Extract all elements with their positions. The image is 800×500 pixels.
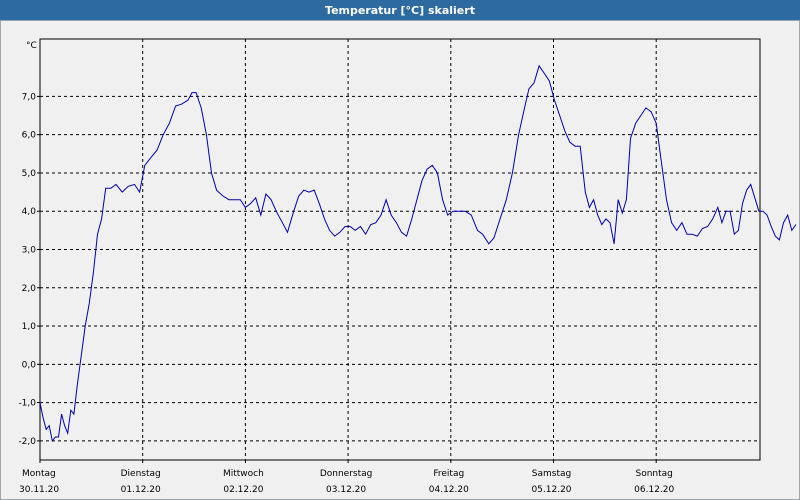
x-tick-date-label: 02.12.20 bbox=[223, 485, 263, 495]
x-tick-day-label: Dienstag bbox=[121, 469, 161, 479]
temperature-line-chart: -2,0 -1,0 0,0 1,0 2,0 3,0 4,0 5,0 6,0 7,0 Montag 3… bbox=[18, 38, 797, 495]
x-tick-day-label: Sonntag bbox=[636, 469, 673, 479]
x-tick-date-label: 01.12.20 bbox=[121, 485, 161, 495]
x-tick-day-label: Donnerstag bbox=[320, 469, 373, 479]
x-tick-date-label: 04.12.20 bbox=[429, 485, 469, 495]
y-tick-label: 2,0 bbox=[22, 284, 37, 294]
y-tick-label: -2,0 bbox=[18, 437, 36, 447]
x-axis-ticks: Montag 30.11.20 Dienstag 01.12.20 Mittwoch 02… bbox=[19, 460, 675, 495]
y-axis-unit-label: °C bbox=[26, 41, 37, 51]
y-tick-label: 5,0 bbox=[22, 169, 37, 179]
x-tick-date-label: 03.12.20 bbox=[326, 485, 366, 495]
grid-lines bbox=[40, 39, 760, 460]
y-tick-label: 0,0 bbox=[22, 360, 37, 370]
temperature-series-line bbox=[39, 64, 797, 443]
y-tick-label: 1,0 bbox=[22, 322, 37, 332]
x-tick-day-label: Mittwoch bbox=[223, 469, 264, 479]
y-axis-ticks: -2,0 -1,0 0,0 1,0 2,0 3,0 4,0 5,0 6,0 7,0 bbox=[18, 92, 40, 447]
x-tick-day-label: Freitag bbox=[433, 469, 464, 479]
y-tick-label: 3,0 bbox=[22, 246, 37, 256]
y-tick-label: 6,0 bbox=[22, 131, 37, 141]
y-tick-label: -1,0 bbox=[18, 399, 36, 409]
y-tick-label: 7,0 bbox=[22, 92, 37, 102]
x-tick-date-label: 06.12.20 bbox=[634, 485, 674, 495]
x-tick-day-label: Montag bbox=[22, 469, 56, 479]
x-tick-date-label: 30.11.20 bbox=[19, 485, 59, 495]
x-tick-date-label: 05.12.20 bbox=[531, 485, 571, 495]
x-tick-day-label: Samstag bbox=[532, 469, 571, 479]
y-tick-label: 4,0 bbox=[22, 207, 37, 217]
